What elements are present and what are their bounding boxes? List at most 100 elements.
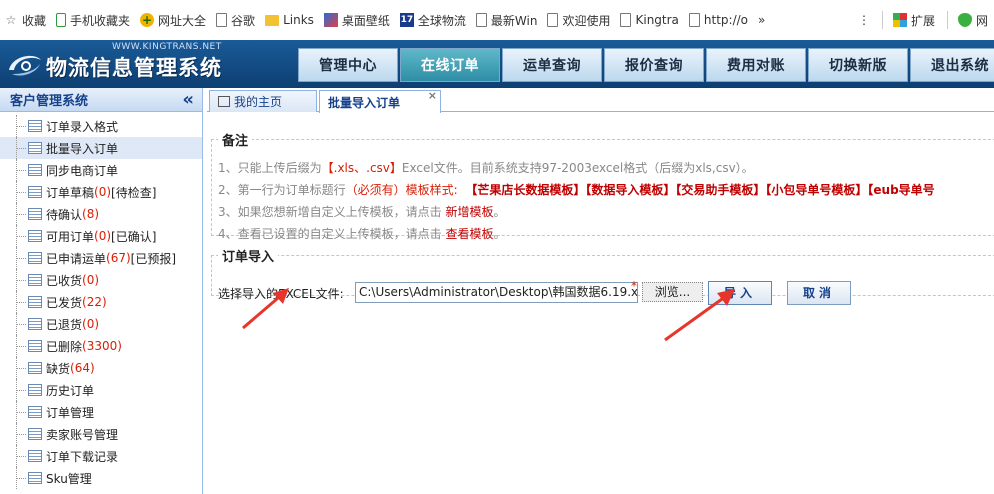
tree-line [16,313,26,335]
bookmark-mobile[interactable]: 手机收藏夹 [52,9,136,31]
bookmark-google[interactable]: 谷歌 [212,9,261,31]
sidebar-item[interactable]: 卖家账号管理 [0,423,202,445]
sidebar-menu: 订单录入格式批量导入订单 同步电商订单 订单草稿 (0) [待检查] 待确认 (8) 可用订单… [0,112,202,489]
tab-bar: 我的主页 批量导入订单 × [207,88,994,113]
sidebar-item[interactable]: 已退货 (0) [0,313,202,335]
tree-line [16,423,26,445]
notes-section: 备注 1、只能上传后缀为【.xls、.csv】Excel文件。目前系统支持97-… [211,130,994,241]
nav-online-orders[interactable]: 在线订单 [400,48,500,82]
sidebar-item-status: [已预报] [130,251,177,266]
tree-line [16,137,26,159]
divider [881,11,883,29]
sidebar-item[interactable]: 订单下载记录 [0,445,202,467]
cancel-button[interactable]: 取消 [787,281,851,305]
page-icon [688,13,700,27]
sidebar-item[interactable]: 订单草稿 (0) [待检查] [0,181,202,203]
sidebar-item[interactable]: 已申请运单 (67) [已预报] [0,247,202,269]
note-line-1: 1、只能上传后缀为【.xls、.csv】Excel文件。目前系统支持97-200… [218,161,754,175]
sidebar-item[interactable]: 历史订单 [0,379,202,401]
chevron-double-right-icon: » [758,13,766,27]
list-doc-icon [28,296,42,308]
sidebar-item[interactable]: 缺货 (64) [0,357,202,379]
tab-batch-import[interactable]: 批量导入订单 × [319,89,441,113]
security-button[interactable]: 网 [954,9,994,31]
sidebar-item-label: 历史订单 [46,383,95,398]
bookmark-wallpaper[interactable]: 桌面壁纸 [320,9,396,31]
bookmarks-more-button[interactable]: » [754,9,771,31]
divider [946,11,948,29]
page-icon [547,13,559,27]
file-path-input[interactable]: C:\Users\Administrator\Desktop\韩国数据6.19.… [355,282,638,303]
close-icon[interactable]: × [428,89,437,102]
sidebar-item-label: 已删除 [46,339,83,354]
tree-line [16,225,26,247]
bookmark-welcome[interactable]: 欢迎使用 [543,9,616,31]
sidebar-item[interactable]: 待确认 (8) [0,203,202,225]
sidebar-title: 客户管理系统 [10,94,89,109]
note-line-3: 3、如果您想新增自定义上传模板，请点击 新增模板。 [218,205,506,219]
star-icon: ☆ [5,13,17,27]
bookmark-links[interactable]: Links [261,9,320,31]
bookmark-global-logistics[interactable]: 17 全球物流 [396,9,472,31]
template-link-trade-assistant[interactable]: 【交易助手模板】 [675,183,765,197]
sidebar-item[interactable]: 可用订单 (0) [已确认] [0,225,202,247]
extensions-button[interactable]: 扩展 [889,9,941,31]
list-doc-icon [28,186,42,198]
sidebar-item-label: 已申请运单 [46,251,107,266]
list-doc-icon [28,450,42,462]
tree-line [16,159,26,181]
sidebar-header: 客户管理系统 « [0,88,202,112]
add-template-link[interactable]: 新增模板 [445,205,493,219]
bookmark-favorites[interactable]: ☆ 收藏 [0,9,52,31]
template-link-small-parcel[interactable]: 【小包导单号模板】 [765,183,867,197]
sidebar-item[interactable]: 同步电商订单 [0,159,202,181]
nav-management-center[interactable]: 管理中心 [298,48,398,82]
view-template-link[interactable]: 查看模板 [445,227,493,241]
collapse-icon[interactable]: « [182,89,194,110]
sidebar-item-status: [待检查] [111,185,157,200]
tree-line [16,379,26,401]
tree-line [16,291,26,313]
sidebar-item-label: 已收货 [46,273,83,288]
sidebar-item[interactable]: Sku管理 [0,467,202,489]
sidebar-item[interactable]: 批量导入订单 [0,137,202,159]
sidebar-item[interactable]: 已删除 (3300) [0,335,202,357]
nav-fee-reconciliation[interactable]: 费用对账 [706,48,806,82]
bookmark-latest-win[interactable]: 最新Win [472,9,544,31]
bookmark-http[interactable]: http://o [685,9,754,31]
bookmarks-bar: ☆ 收藏 手机收藏夹 + 网址大全 谷歌 Links 桌面壁纸 17 全球物流 最新W… [0,0,994,40]
template-link-mango[interactable]: 【芒果店长数据模板】 [465,183,585,197]
tab-home[interactable]: 我的主页 [209,90,317,112]
sidebar-item[interactable]: 订单管理 [0,401,202,423]
sidebar-item-count: (0) [82,317,100,331]
list-doc-icon [28,142,42,154]
logo-swirl-icon [9,55,41,76]
sidebar-item-label: 订单录入格式 [46,119,119,134]
bookmark-kingtra[interactable]: Kingtra [616,9,684,31]
grid-icon [892,13,907,27]
sidebar-item[interactable]: 订单录入格式 [0,115,202,137]
nav-logout[interactable]: 退出系统 [910,48,994,82]
nav-quote-query[interactable]: 报价查询 [604,48,704,82]
sidebar-item-count: (64) [70,361,95,375]
template-link-eub[interactable]: 【eub导单号 [867,183,934,197]
list-doc-icon [28,340,42,352]
annotation-arrow-icon [242,288,289,330]
list-doc-icon [28,384,42,396]
template-link-data-import[interactable]: 【数据导入模板】 [585,183,675,197]
list-doc-icon [28,274,42,286]
shield-icon [957,13,972,27]
tree-line [16,445,26,467]
sidebar-item[interactable]: 已发货 (22) [0,291,202,313]
sidebar-item[interactable]: 已收货 (0) [0,269,202,291]
list-doc-icon [28,120,42,132]
nav-waybill-query[interactable]: 运单查询 [502,48,602,82]
nav-switch-version[interactable]: 切换新版 [808,48,908,82]
phone-icon [56,13,67,27]
bookmark-url-guide[interactable]: + 网址大全 [136,9,212,31]
vertical-dots-icon: ⋮ [857,13,870,27]
app-title: 物流信息管理系统 [46,56,222,80]
browser-menu-button[interactable]: ⋮ [854,9,876,31]
tree-line [16,401,26,423]
tree-line [16,181,26,203]
